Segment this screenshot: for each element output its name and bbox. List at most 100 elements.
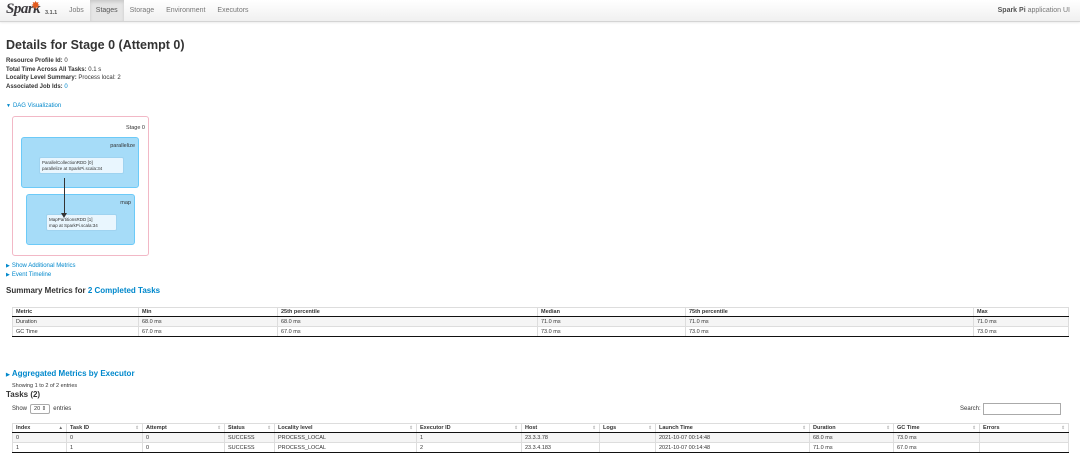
- column-header[interactable]: Median: [537, 307, 686, 317]
- search-control: Search:: [960, 403, 1061, 415]
- header-label: Attempt: [146, 425, 167, 431]
- column-header[interactable]: 75th percentile: [685, 307, 974, 317]
- table-cell: [599, 432, 656, 443]
- table-row: 0 0 0 SUCCESS PROCESS_LOCAL 1 23.3.3.78 …: [12, 432, 1069, 443]
- tab-environment[interactable]: Environment: [160, 0, 211, 21]
- summary-locality: Locality Level Summary: Process local: 2: [6, 74, 121, 83]
- column-header-host[interactable]: Host ⇕: [521, 423, 600, 433]
- column-header-logs[interactable]: Logs ⇕: [599, 423, 656, 433]
- spark-version: 3.1.1: [45, 10, 58, 16]
- header-label: Logs: [603, 425, 617, 431]
- cluster-label: map: [120, 200, 131, 206]
- column-header-duration[interactable]: Duration ⇕: [809, 423, 894, 433]
- tab-storage[interactable]: Storage: [124, 0, 161, 21]
- summary-value: Process local: 2: [76, 75, 121, 81]
- search-input[interactable]: [982, 403, 1061, 415]
- column-header-task-id[interactable]: Task ID ⇕: [66, 423, 143, 433]
- aggregated-metrics-link[interactable]: Aggregated Metrics by Executor: [12, 369, 135, 378]
- summary-job-ids: Associated Job Ids: 0: [6, 83, 121, 92]
- page-size-select[interactable]: 20 ⇕: [30, 404, 51, 414]
- table-cell: 23.3.4.183: [521, 442, 600, 453]
- tab-executors[interactable]: Executors: [211, 0, 254, 21]
- completed-tasks-link[interactable]: 2 Completed Tasks: [88, 286, 160, 295]
- table-cell: GC Time: [12, 326, 139, 337]
- header-label: Launch Time: [659, 425, 693, 431]
- node-line: parallelize at SparkPi.scala:34: [42, 165, 103, 171]
- tab-stages[interactable]: Stages: [89, 0, 124, 21]
- header-label: Host: [525, 425, 538, 431]
- header-label: GC Time: [897, 425, 920, 431]
- column-header[interactable]: Min: [138, 307, 278, 317]
- table-cell: Duration: [12, 316, 139, 327]
- table-cell: 1: [12, 442, 67, 453]
- show-additional-metrics[interactable]: ▶ Show Additional Metrics: [6, 263, 76, 269]
- column-header-errors[interactable]: Errors ⇕: [979, 423, 1069, 433]
- table-cell: 73.0 ms: [893, 432, 980, 443]
- aggregated-metrics-toggle[interactable]: ▶ Aggregated Metrics by Executor: [6, 369, 135, 378]
- sort-icon: ⇕: [802, 425, 806, 430]
- table-row: GC Time 67.0 ms 67.0 ms 73.0 ms 73.0 ms …: [12, 326, 1069, 337]
- event-timeline-toggle[interactable]: ▶ Event Timeline: [6, 272, 51, 278]
- sort-icon: ⇕: [514, 425, 518, 430]
- page-size-control: Show 20 ⇕ entries: [12, 404, 71, 414]
- app-name-bold: Spark Pi: [997, 7, 1026, 14]
- table-row: 1 1 0 SUCCESS PROCESS_LOCAL 2 23.3.4.183…: [12, 442, 1069, 453]
- column-header[interactable]: 25th percentile: [277, 307, 538, 317]
- sort-asc-icon: ▲: [58, 425, 63, 430]
- sort-icon: ⇕: [886, 425, 890, 430]
- table-cell: 73.0 ms: [973, 326, 1069, 337]
- summary-resource-profile: Resource Profile Id: 0: [6, 57, 121, 66]
- sort-icon: ⇕: [267, 425, 271, 430]
- tab-jobs[interactable]: Jobs: [63, 0, 90, 21]
- table-cell: 1: [416, 432, 522, 443]
- sort-icon: ⇕: [1061, 425, 1065, 430]
- column-header-index[interactable]: Index ▲: [12, 423, 67, 433]
- dag-cluster-map[interactable]: map MapPartitionsRDD [1] map at SparkPi.…: [26, 194, 135, 245]
- dag-node-map-partitions[interactable]: MapPartitionsRDD [1] map at SparkPi.scal…: [46, 214, 117, 231]
- table-cell: 2021-10-07 00:14:48: [655, 442, 810, 453]
- column-header-launch-time[interactable]: Launch Time ⇕: [655, 423, 810, 433]
- table-cell: 0: [142, 442, 225, 453]
- sort-icon: ⇕: [135, 425, 139, 430]
- page-title: Details for Stage 0 (Attempt 0): [6, 38, 185, 52]
- sort-icon: ⇕: [409, 425, 413, 430]
- column-header-status[interactable]: Status ⇕: [224, 423, 275, 433]
- dag-node-parallel-collection[interactable]: ParallelCollectionRDD [0] parallelize at…: [39, 157, 124, 174]
- stage-summary: Resource Profile Id: 0 Total Time Across…: [6, 57, 121, 91]
- job-id-link[interactable]: 0: [64, 84, 67, 90]
- sort-icon: ⇕: [972, 425, 976, 430]
- spark-logo[interactable]: Spark ✸ 3.1.1: [6, 0, 58, 21]
- app-name-suffix: application UI: [1025, 7, 1070, 14]
- dag-visualization-toggle[interactable]: ▼ DAG Visualization: [6, 103, 61, 109]
- dag-toggle-label: DAG Visualization: [12, 103, 62, 109]
- column-header-attempt[interactable]: Attempt ⇕: [142, 423, 225, 433]
- table-header-row: Metric Min 25th percentile Median 75th p…: [12, 307, 1069, 317]
- table-cell: PROCESS_LOCAL: [274, 442, 417, 453]
- table-cell: SUCCESS: [224, 442, 275, 453]
- tasks-table: Index ▲ Task ID ⇕ Attempt ⇕ Status ⇕ Localit…: [12, 423, 1069, 453]
- table-cell: 23.3.3.78: [521, 432, 600, 443]
- summary-metrics-prefix: Summary Metrics for: [6, 286, 88, 295]
- column-header[interactable]: Max: [973, 307, 1069, 317]
- caret-right-icon: ▶: [6, 263, 10, 269]
- dag-cluster-parallelize[interactable]: parallelize ParallelCollectionRDD [0] pa…: [21, 137, 139, 188]
- header-label: Index: [16, 425, 31, 431]
- arrowhead-icon: [61, 213, 67, 218]
- entries-info: Showing 1 to 2 of 2 entries: [12, 383, 78, 389]
- header-label: Executor ID: [420, 425, 451, 431]
- column-header-gc-time[interactable]: GC Time ⇕: [893, 423, 980, 433]
- table-cell: 68.0 ms: [809, 432, 894, 443]
- table-cell: 0: [66, 432, 143, 443]
- summary-label: Resource Profile Id:: [6, 58, 63, 64]
- caret-down-icon: ▼: [6, 103, 11, 109]
- column-header-executor-id[interactable]: Executor ID ⇕: [416, 423, 522, 433]
- column-header-locality[interactable]: Locality level ⇕: [274, 423, 417, 433]
- page-size-value: 20: [34, 406, 41, 412]
- table-cell: SUCCESS: [224, 432, 275, 443]
- summary-value: 0: [62, 58, 68, 64]
- column-header[interactable]: Metric: [12, 307, 139, 317]
- table-cell: 68.0 ms: [277, 316, 538, 327]
- star-icon: ✸: [31, 0, 41, 12]
- table-cell: 1: [66, 442, 143, 453]
- nav-tabs: Jobs Stages Storage Environment Executor…: [63, 0, 255, 21]
